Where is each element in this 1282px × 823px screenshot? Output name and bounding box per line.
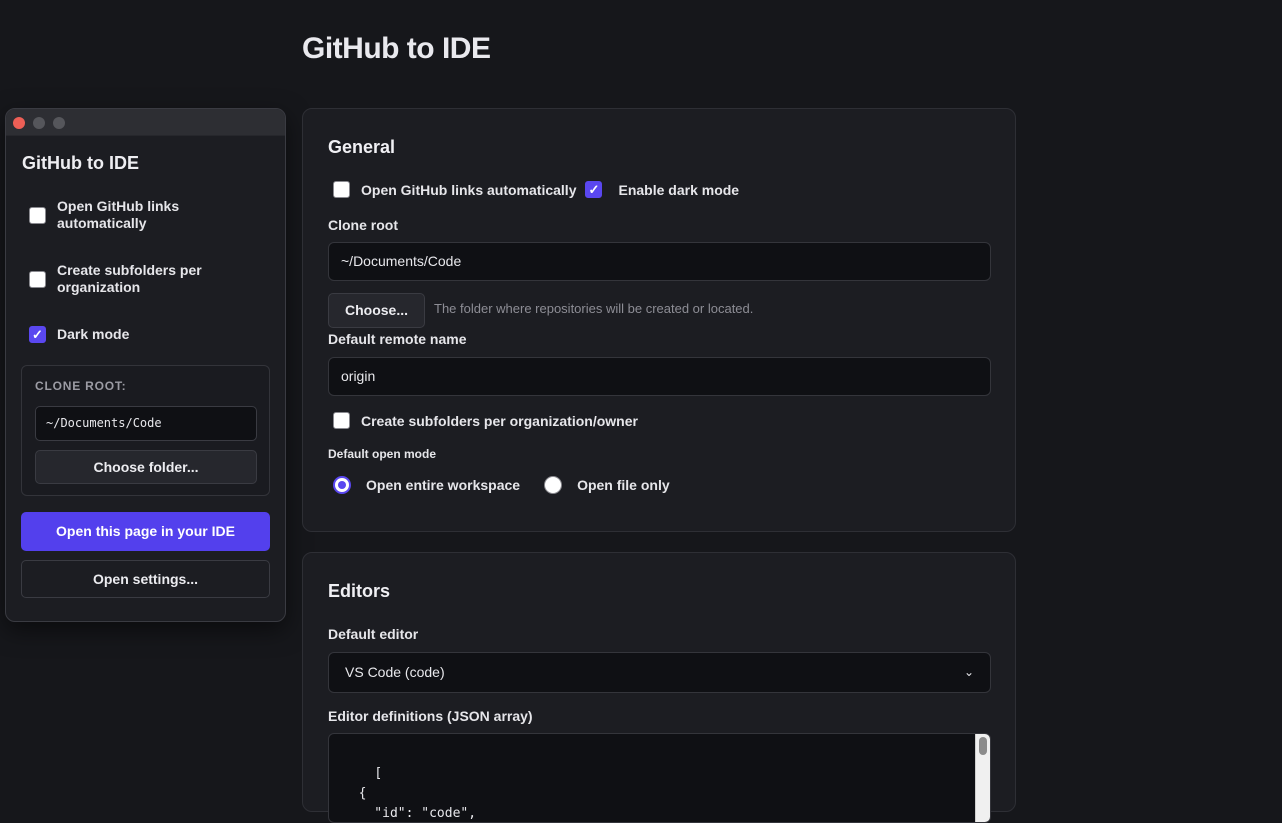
extension-popup: GitHub to IDE Open GitHub links automati… xyxy=(5,108,286,622)
open-workspace-radio[interactable] xyxy=(333,476,351,494)
editor-definitions-textarea[interactable]: [ { "id": "code", xyxy=(328,733,991,823)
default-editor-value: VS Code (code) xyxy=(345,664,445,680)
minimize-window-button[interactable] xyxy=(33,117,45,129)
maximize-window-button[interactable] xyxy=(53,117,65,129)
general-section-title: General xyxy=(328,137,396,157)
page-title: GitHub to IDE xyxy=(302,32,491,65)
clone-root-label: CLONE ROOT: xyxy=(35,379,127,393)
open-links-label: Open GitHub links automatically xyxy=(57,198,180,231)
open-mode-label: Default open mode xyxy=(328,447,437,461)
clone-root-hint: The folder where repositories will be cr… xyxy=(434,301,754,316)
dark-mode-checkbox[interactable]: ✓ xyxy=(29,326,46,343)
editors-section-title: Editors xyxy=(328,581,391,601)
remote-name-field[interactable]: origin xyxy=(328,357,991,396)
subfolders-setting[interactable]: Create subfolders per organization/owner xyxy=(333,412,638,429)
open-settings-button[interactable]: Open settings... xyxy=(21,560,270,598)
chevron-down-icon: ⌄ xyxy=(963,665,974,679)
clone-root-panel: CLONE ROOT: ~/Documents/Code Choose fold… xyxy=(21,365,270,496)
choose-folder-button[interactable]: Choose folder... xyxy=(35,450,257,484)
subfolders-owner-checkbox[interactable] xyxy=(333,412,350,429)
open-file-only-radio[interactable] xyxy=(544,476,563,494)
open-workspace-label: Open entire workspace xyxy=(366,477,521,493)
open-links-auto-label: Open GitHub links automatically xyxy=(361,181,577,198)
popup-subfolders-option[interactable]: Create subfolders per organization xyxy=(29,262,269,296)
remote-name-label: Default remote name xyxy=(328,331,467,347)
open-links-checkbox[interactable] xyxy=(29,206,46,224)
clone-root-input[interactable]: ~/Documents/Code xyxy=(35,406,257,441)
popup-dark-mode-option[interactable]: ✓ Dark mode xyxy=(29,326,269,343)
subfolders-checkbox[interactable] xyxy=(29,270,46,288)
open-links-auto-checkbox[interactable] xyxy=(333,181,350,198)
default-editor-select[interactable]: VS Code (code) ⌄ xyxy=(328,652,991,693)
open-in-ide-button[interactable]: Open this page in your IDE xyxy=(21,512,270,551)
enable-dark-mode-checkbox[interactable]: ✓ xyxy=(585,181,603,198)
dark-mode-label: Dark mode xyxy=(57,326,130,342)
choose-clone-root-button[interactable]: Choose... xyxy=(328,293,425,328)
popup-title: GitHub to IDE xyxy=(22,153,139,173)
clone-root-field[interactable]: ~/Documents/Code xyxy=(328,242,991,281)
popup-titlebar[interactable] xyxy=(6,109,285,136)
editors-settings-card: Editors Default editor VS Code (code) ⌄ … xyxy=(302,552,1016,823)
textarea-scrollbar-thumb[interactable] xyxy=(979,737,987,755)
subfolders-label: Create subfolders per organization xyxy=(57,262,202,295)
textarea-scrollbar[interactable] xyxy=(975,734,990,822)
open-links-setting[interactable]: Open GitHub links automatically ✓ Enable… xyxy=(333,181,739,198)
enable-dark-mode-label: Enable dark mode xyxy=(618,181,740,198)
open-file-only-label: Open file only xyxy=(577,477,670,493)
close-window-button[interactable] xyxy=(13,117,25,129)
general-settings-card: General Open GitHub links automatically … xyxy=(302,108,1016,532)
editor-definitions-text: [ { "id": "code", xyxy=(358,766,477,821)
popup-open-links-option[interactable]: Open GitHub links automatically xyxy=(29,198,269,232)
open-mode-options: Open entire workspace Open file only xyxy=(333,476,670,494)
default-editor-label: Default editor xyxy=(328,626,419,642)
subfolders-owner-label: Create subfolders per organization/owner xyxy=(361,412,638,429)
editor-definitions-label: Editor definitions (JSON array) xyxy=(328,708,533,724)
clone-root-field-label: Clone root xyxy=(328,217,398,233)
